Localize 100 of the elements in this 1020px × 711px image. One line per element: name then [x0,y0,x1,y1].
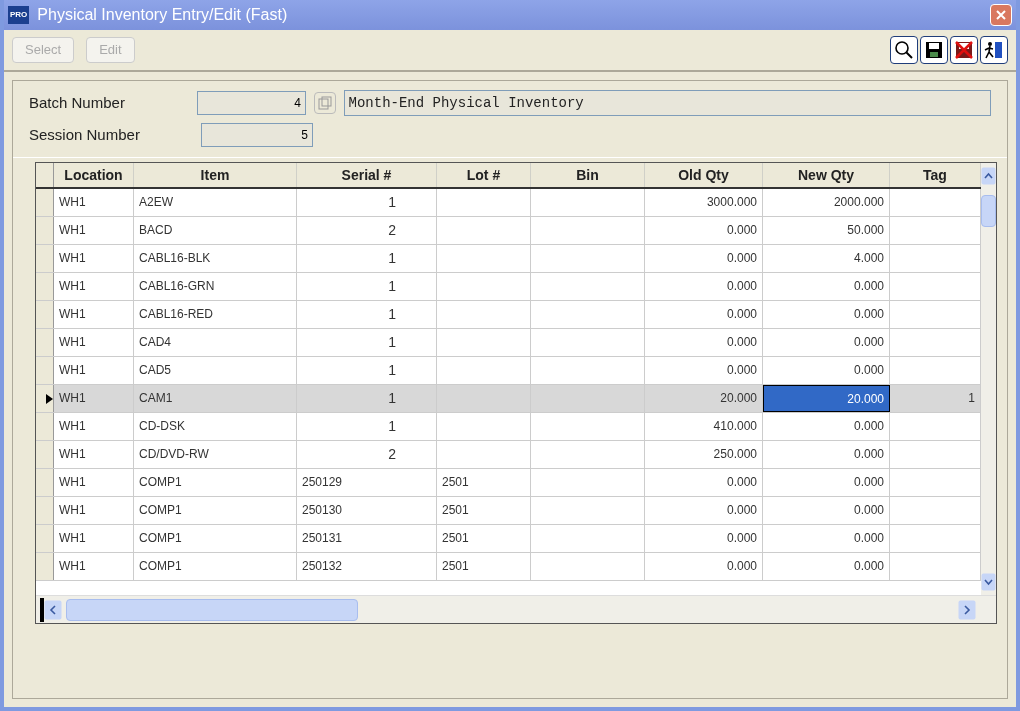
table-row[interactable]: WH1 CABL16-GRN 1 0.000 0.000 [36,273,981,301]
table-cell: 0.000 [645,497,763,524]
horizontal-scrollbar[interactable] [36,595,996,623]
table-cell: 1 [297,413,437,440]
table-cell: 0.000 [763,497,890,524]
table-row[interactable]: WH1 CAD5 1 0.000 0.000 [36,357,981,385]
table-cell: 0.000 [645,273,763,300]
table-cell: 0.000 [763,441,890,468]
close-button[interactable] [990,4,1012,26]
column-header[interactable]: Bin [531,163,645,187]
table-cell: CAD4 [134,329,297,356]
table-cell: WH1 [54,553,134,580]
table-row[interactable]: WH1 CABL16-RED 1 0.000 0.000 [36,301,981,329]
table-cell: 0.000 [763,357,890,384]
table-cell: 1 [297,385,437,412]
column-header[interactable]: Old Qty [645,163,763,187]
current-row-icon [46,393,53,404]
table-cell: 2 [297,217,437,244]
scroll-down-icon[interactable] [981,573,996,591]
table-cell: BACD [134,217,297,244]
scroll-up-icon[interactable] [981,167,996,185]
table-cell: 250131 [297,525,437,552]
column-header[interactable]: Location [54,163,134,187]
column-header[interactable]: Lot # [437,163,531,187]
table-cell: CABL16-RED [134,301,297,328]
table-cell: 410.000 [645,413,763,440]
table-cell: 0.000 [763,273,890,300]
table-cell: 0.000 [763,469,890,496]
table-row[interactable]: WH1 A2EW 1 3000.000 2000.000 [36,189,981,217]
exit-door-icon [984,40,1004,60]
table-cell: 0.000 [645,469,763,496]
table-cell: 2 [297,441,437,468]
table-row[interactable]: WH1 CD-DSK 1 410.000 0.000 [36,413,981,441]
field-label: Batch Number [29,92,126,113]
table-cell: A2EW [134,189,297,216]
table-cell: 2501 [437,469,531,496]
table-cell: WH1 [54,469,134,496]
field-label: Session Number [29,124,141,145]
crossed-disk-icon [955,41,973,59]
table-row[interactable]: WH1 COMP1 250131 2501 0.000 0.000 [36,525,981,553]
table-cell: 0.000 [645,525,763,552]
table-cell: CD/DVD-RW [134,441,297,468]
session-number-field[interactable]: 5 [201,123,313,147]
scroll-thumb[interactable] [981,195,996,227]
table-cell: 3000.000 [645,189,763,216]
table-cell: 2000.000 [763,189,890,216]
exit-button[interactable] [980,36,1008,64]
table-cell: 250129 [297,469,437,496]
table-cell: 0.000 [763,413,890,440]
table-cell: 1 [297,301,437,328]
save-button[interactable] [920,36,948,64]
search-icon [894,40,914,60]
scroll-thumb[interactable] [66,598,358,621]
batch-description-field[interactable]: Month-End Physical Inventory [343,90,991,116]
delete-button[interactable] [950,36,978,64]
table-cell: 1 [297,329,437,356]
table-row[interactable]: WH1 CABL16-BLK 1 0.000 4.000 [36,245,981,273]
table-cell: 0.000 [645,357,763,384]
table-cell: WH1 [54,357,134,384]
table-cell: 0.000 [645,553,763,580]
table-row[interactable]: WH1 COMP1 250130 2501 0.000 0.000 [36,497,981,525]
search-button[interactable] [890,36,918,64]
table-cell: WH1 [54,217,134,244]
vertical-scrollbar[interactable] [981,163,996,595]
table-cell: WH1 [54,301,134,328]
table-row[interactable]: WH1 CAD4 1 0.000 0.000 [36,329,981,357]
table-row[interactable]: WH1 CD/DVD-RW 2 250.000 0.000 [36,441,981,469]
table-cell: 0.000 [763,525,890,552]
table-cell: 0.000 [763,553,890,580]
table-cell: WH1 [54,273,134,300]
column-header[interactable]: Item [134,163,297,187]
table-cell: 0.000 [763,301,890,328]
table-cell: WH1 [54,189,134,216]
scroll-right-icon[interactable] [958,599,976,620]
table-cell: 20.000 [763,385,890,412]
table-cell: 50.000 [763,217,890,244]
table-row[interactable]: WH1 COMP1 250129 2501 0.000 0.000 [36,469,981,497]
table-cell: 0.000 [645,217,763,244]
column-header[interactable]: New Qty [763,163,890,187]
app-icon: PRO [8,6,30,24]
table-cell: CAM1 [134,385,297,412]
table-row[interactable]: WH1 COMP1 250132 2501 0.000 0.000 [36,553,981,581]
batch-number-field[interactable]: 4 [196,91,307,115]
table-row[interactable]: WH1 BACD 2 0.000 50.000 [36,217,981,245]
table-cell: 0.000 [645,329,763,356]
table-cell: WH1 [54,441,134,468]
table-cell: CABL16-BLK [134,245,297,272]
table-cell: 1 [297,357,437,384]
table-cell: 250.000 [645,441,763,468]
table-cell: 2501 [437,553,531,580]
table-cell: 4.000 [763,245,890,272]
table-cell: CABL16-GRN [134,273,297,300]
table-cell: COMP1 [134,525,297,552]
table-cell: 1 [297,189,437,216]
column-header[interactable]: Serial # [297,163,437,187]
table-cell: WH1 [54,385,134,412]
table-cell: 2501 [437,525,531,552]
table-row[interactable]: WH1 CAM1 1 20.000 20.000 1 [36,385,981,413]
table-cell: COMP1 [134,553,297,580]
scroll-left-icon[interactable] [44,599,62,620]
